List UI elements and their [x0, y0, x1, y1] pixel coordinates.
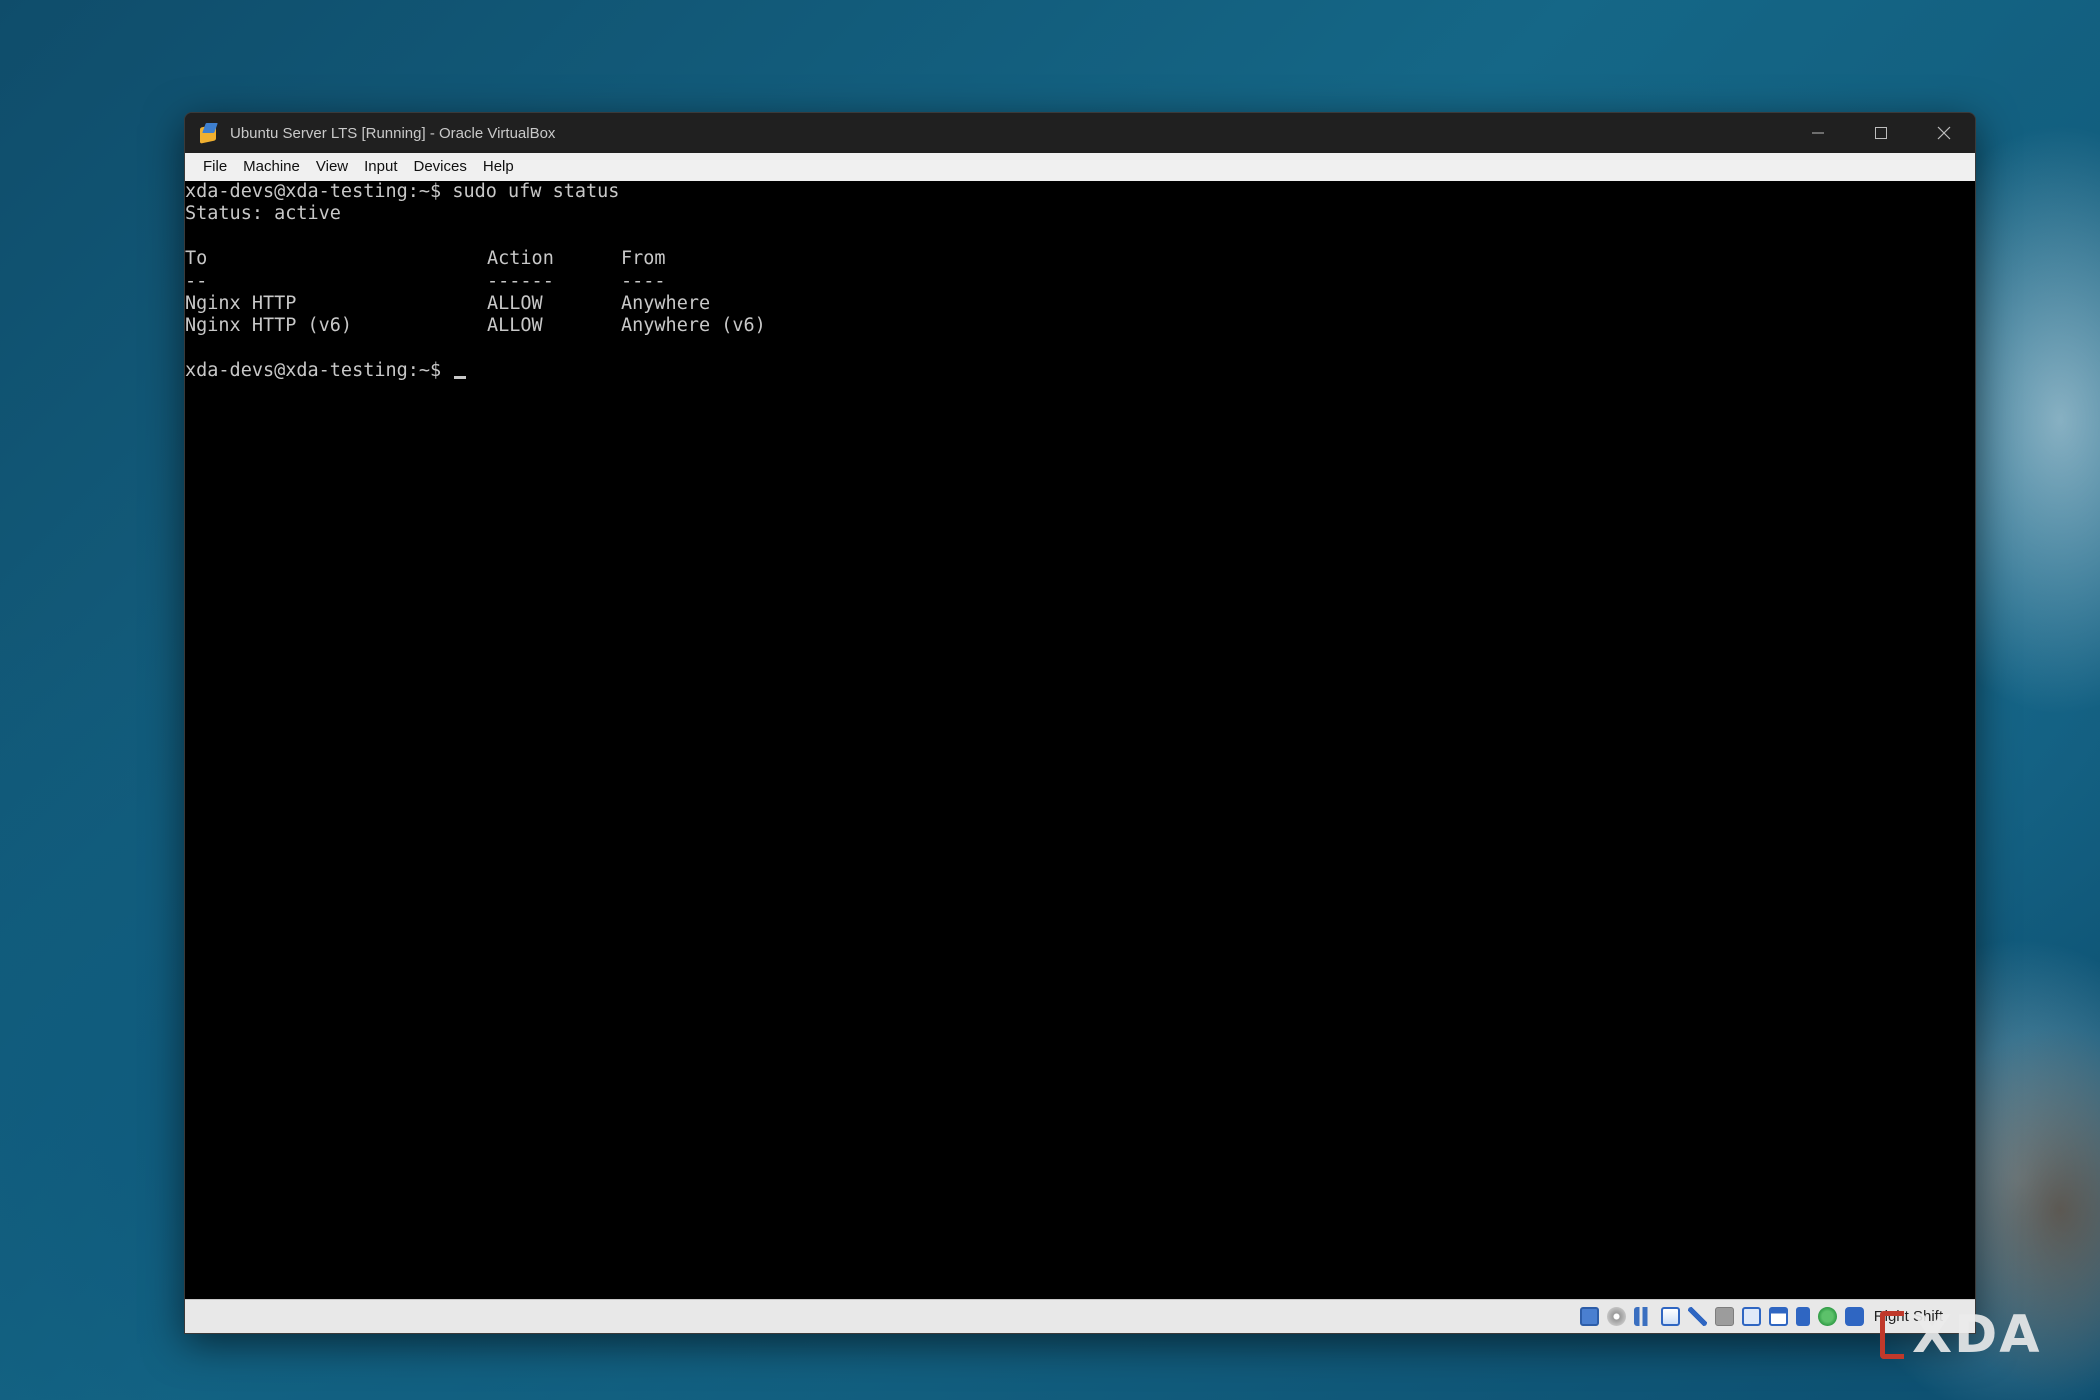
display-icon[interactable] — [1741, 1307, 1761, 1326]
window-controls — [1786, 113, 1975, 153]
text-cursor — [454, 376, 467, 380]
current-prompt-line: xda-devs@xda-testing:~$ — [185, 360, 1975, 382]
keyboard-capture-icon[interactable] — [1844, 1307, 1864, 1326]
minimize-button[interactable] — [1786, 113, 1849, 153]
table-separator: -- ------ ---- — [185, 271, 1975, 293]
xda-logo-text: XDA — [1912, 1305, 2042, 1365]
cell-from: Anywhere (v6) — [621, 315, 766, 337]
table-row: Nginx HTTP ALLOW Anywhere — [185, 293, 1975, 315]
table-row: Nginx HTTP (v6) ALLOW Anywhere (v6) — [185, 315, 1975, 337]
optical-disk-icon[interactable] — [1606, 1307, 1626, 1326]
cell-action: ALLOW — [487, 315, 543, 337]
status-bar: Right Shift — [185, 1299, 1975, 1333]
vt-x-icon[interactable] — [1795, 1307, 1810, 1326]
desktop: { "window": { "title": "Ubuntu Server LT… — [0, 0, 2100, 1400]
separator-from: ---- — [621, 270, 666, 292]
separator-action: ------ — [487, 270, 554, 292]
maximize-icon — [1874, 127, 1887, 139]
header-action: Action — [487, 248, 554, 270]
prompt: xda-devs@xda-testing:~$ — [185, 181, 442, 202]
menu-file[interactable]: File — [195, 153, 235, 181]
xda-watermark: XDA — [1880, 1305, 2042, 1365]
shared-folders-icon[interactable] — [1714, 1307, 1734, 1326]
network-icon[interactable] — [1660, 1307, 1680, 1326]
vm-display[interactable]: xda-devs@xda-testing:~$ sudo ufw status … — [185, 181, 1975, 1299]
command: sudo ufw status — [452, 181, 620, 202]
usb-icon[interactable] — [1687, 1307, 1707, 1326]
maximize-button[interactable] — [1849, 113, 1912, 153]
header-to: To — [185, 248, 208, 270]
recording-icon[interactable] — [1768, 1307, 1788, 1326]
cell-to: Nginx HTTP (v6) — [185, 315, 353, 337]
hard-disk-icon[interactable] — [1579, 1307, 1599, 1326]
title-bar[interactable]: Ubuntu Server LTS [Running] - Oracle Vir… — [185, 113, 1975, 153]
table-header: To Action From — [185, 248, 1975, 270]
menu-input[interactable]: Input — [356, 153, 405, 181]
mouse-integration-icon[interactable] — [1817, 1307, 1837, 1326]
window-title: Ubuntu Server LTS [Running] - Oracle Vir… — [230, 124, 556, 142]
menu-view[interactable]: View — [308, 153, 356, 181]
status-line: Status: active — [185, 203, 341, 225]
virtualbox-icon — [198, 122, 220, 144]
close-icon — [1937, 126, 1950, 140]
close-button[interactable] — [1912, 113, 1975, 153]
virtualbox-window: Ubuntu Server LTS [Running] - Oracle Vir… — [184, 112, 1976, 1334]
menu-help[interactable]: Help — [475, 153, 522, 181]
menu-machine[interactable]: Machine — [235, 153, 308, 181]
prompt: xda-devs@xda-testing:~$ — [185, 360, 442, 382]
separator-to: -- — [185, 270, 208, 292]
cell-to: Nginx HTTP — [185, 292, 297, 314]
cell-action: ALLOW — [487, 292, 543, 314]
header-from: From — [621, 248, 666, 270]
cell-from: Anywhere — [621, 292, 711, 314]
menu-bar: File Machine View Input Devices Help — [185, 153, 1975, 181]
command-line: xda-devs@xda-testing:~$ sudo ufw status — [185, 181, 1975, 203]
menu-devices[interactable]: Devices — [406, 153, 475, 181]
xda-logo-mark — [1880, 1311, 1904, 1359]
audio-icon[interactable] — [1633, 1307, 1653, 1326]
minimize-icon — [1811, 132, 1824, 134]
